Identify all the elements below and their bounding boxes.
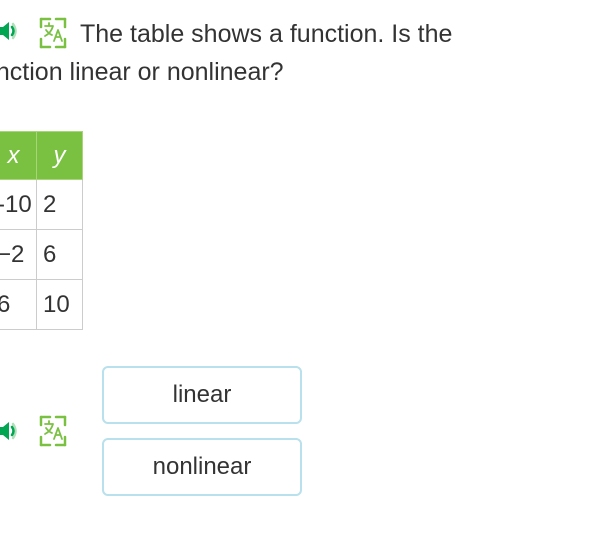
- table-cell: −2: [0, 230, 37, 280]
- function-table: x y -10 2 −2 6 6 10: [0, 131, 83, 330]
- speaker-icon[interactable]: [0, 414, 26, 448]
- question-text-line2: unction linear or nonlinear?: [0, 54, 599, 92]
- table-header-y: y: [37, 132, 83, 180]
- table-row: 6 10: [0, 280, 83, 330]
- question-text-line1: The table shows a function. Is the: [80, 14, 452, 54]
- table-cell: 2: [37, 180, 83, 230]
- answer-area: linear nonlinear: [0, 366, 599, 496]
- table-header-row: x y: [0, 132, 83, 180]
- table-row: −2 6: [0, 230, 83, 280]
- linear-button[interactable]: linear: [102, 366, 302, 424]
- table-cell: 6: [37, 230, 83, 280]
- nonlinear-button[interactable]: nonlinear: [102, 438, 302, 496]
- speaker-icon[interactable]: [0, 14, 26, 48]
- table-cell: -10: [0, 180, 37, 230]
- answer-buttons: linear nonlinear: [102, 366, 302, 496]
- translate-icon[interactable]: [34, 412, 72, 450]
- table-cell: 6: [0, 280, 37, 330]
- table-header-x: x: [0, 132, 37, 180]
- question-row: The table shows a function. Is the: [0, 14, 599, 54]
- table-cell: 10: [37, 280, 83, 330]
- table-row: -10 2: [0, 180, 83, 230]
- translate-icon[interactable]: [34, 14, 72, 52]
